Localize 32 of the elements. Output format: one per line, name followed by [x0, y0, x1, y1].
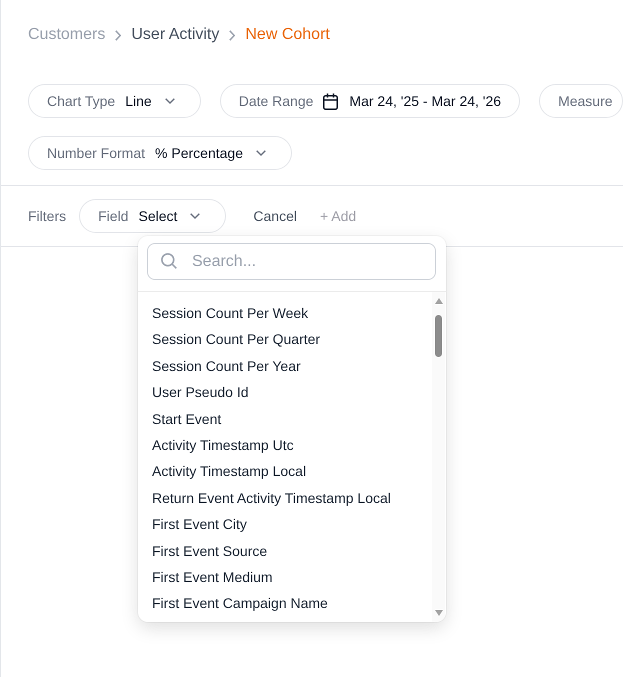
scrollbar-thumb[interactable] — [435, 315, 442, 357]
caret-down-icon — [190, 213, 200, 219]
scroll-up-arrow-icon[interactable] — [434, 298, 442, 304]
calendar-icon — [323, 92, 338, 110]
dropdown-option[interactable]: Start Event — [152, 406, 432, 432]
dropdown-option[interactable]: Session Count Per Quarter — [152, 326, 432, 353]
caret-down-icon — [164, 98, 175, 104]
filters-label: Filters — [28, 208, 66, 224]
dropdown-option[interactable]: First Event Source — [152, 538, 432, 564]
caret-down-icon — [256, 150, 266, 156]
dropdown-option[interactable]: First Event Medium — [152, 564, 432, 590]
dropdown-button[interactable]: Number Format % Percentage — [28, 136, 292, 170]
dropdown-option[interactable]: User Pseudo Id — [152, 379, 432, 406]
dropdown-option[interactable]: Activity Timestamp Local — [152, 458, 432, 485]
search-icon — [161, 253, 177, 269]
dropdown-option[interactable]: First Event Campaign Name — [152, 590, 432, 617]
dropdown-option[interactable]: Activity Timestamp Utc — [152, 432, 432, 458]
chevron-right-icon — [115, 30, 122, 40]
dropdown-option[interactable]: Session Count Per Year — [152, 352, 432, 380]
dropdown-option[interactable]: Session Count Per Week — [152, 300, 432, 326]
scroll-down-arrow-icon[interactable] — [434, 610, 442, 616]
breadcrumb-current: New Cohort — [245, 25, 330, 45]
breadcrumb-link[interactable]: User Activity — [131, 24, 220, 46]
date-range-button[interactable]: Date Range Mar 24, '25 - Mar 24, '26 — [220, 84, 520, 118]
dropdown-button[interactable]: Chart Type Line — [28, 84, 201, 118]
chevron-right-icon — [229, 30, 236, 40]
dropdown-button[interactable]: Measure — [539, 84, 623, 118]
dropdown-button[interactable]: Field Select — [79, 199, 226, 233]
dropdown-option[interactable]: Return Event Activity Timestamp Local — [152, 484, 432, 512]
search-field[interactable]: Search... — [147, 243, 436, 280]
cancel-button[interactable]: Cancel — [245, 204, 305, 228]
dropdown-option[interactable]: First Event City — [152, 511, 432, 538]
